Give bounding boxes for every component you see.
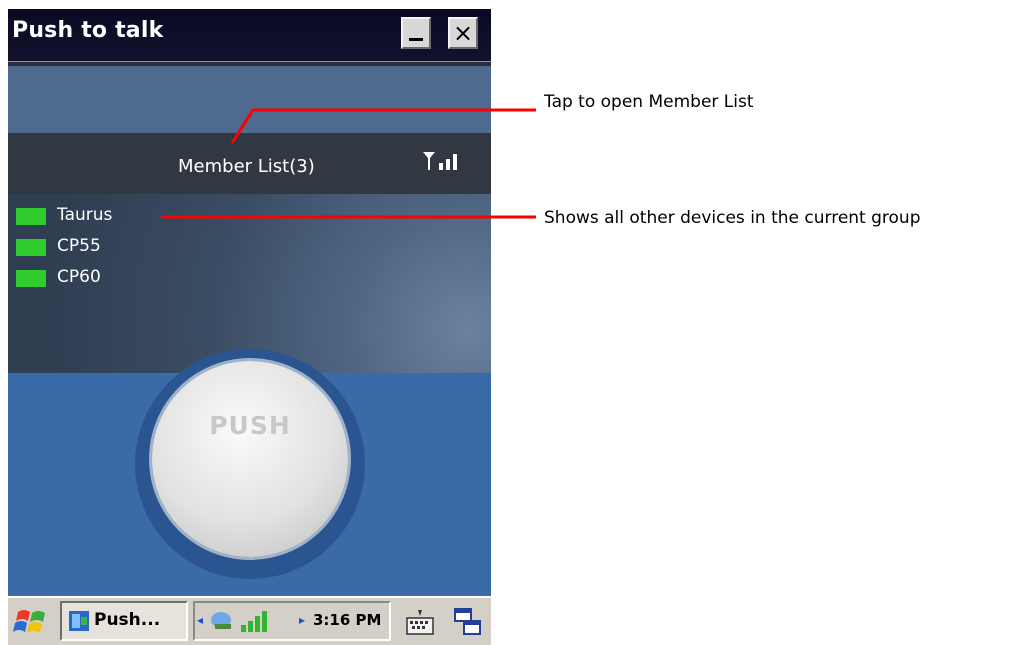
system-tray: ◂ ▸ 3:16 PM [193,601,391,641]
member-name: CP60 [57,267,101,287]
callout-tap-member-list: Tap to open Member List [544,92,754,112]
callout-shows-devices: Shows all other devices in the current g… [544,208,921,228]
member-name: Taurus [57,205,113,225]
keyboard-icon[interactable] [404,606,436,638]
window-switcher-icon[interactable] [452,606,484,638]
signal-strength-icon [423,152,457,170]
push-button[interactable]: PUSH [152,361,348,557]
member-list-header[interactable]: Member List(3) [8,133,491,194]
task-button-label: Push... [94,610,161,630]
online-status-indicator [16,239,46,256]
title-bar: Push to talk × [8,9,491,61]
member-list: Taurus CP55 CP60 [8,194,491,373]
header-band [8,66,491,133]
tray-scroll-left-icon[interactable]: ◂ [197,613,203,627]
task-button-push[interactable]: Push... [60,601,188,641]
push-to-talk-window: Push to talk × Member List(3) Taurus CP5… [8,9,491,645]
member-list-title[interactable]: Member List(3) [178,156,315,177]
cellular-signal-icon[interactable] [239,609,289,633]
push-button-label: PUSH [209,411,291,440]
tray-scroll-right-icon[interactable]: ▸ [299,613,305,627]
taskbar: Push... ◂ ▸ 3:16 PM [8,596,491,645]
window-title: Push to talk [12,18,164,43]
windows-start-icon[interactable] [12,604,52,640]
clock[interactable]: 3:16 PM [313,611,381,629]
close-icon: × [452,19,474,47]
minimize-icon [409,38,423,41]
app-icon [69,611,89,631]
online-status-indicator [16,270,46,287]
close-button[interactable]: × [448,17,478,49]
online-status-indicator [16,208,46,225]
minimize-button[interactable] [401,17,431,49]
member-name: CP55 [57,236,101,256]
network-icon[interactable] [209,610,235,632]
